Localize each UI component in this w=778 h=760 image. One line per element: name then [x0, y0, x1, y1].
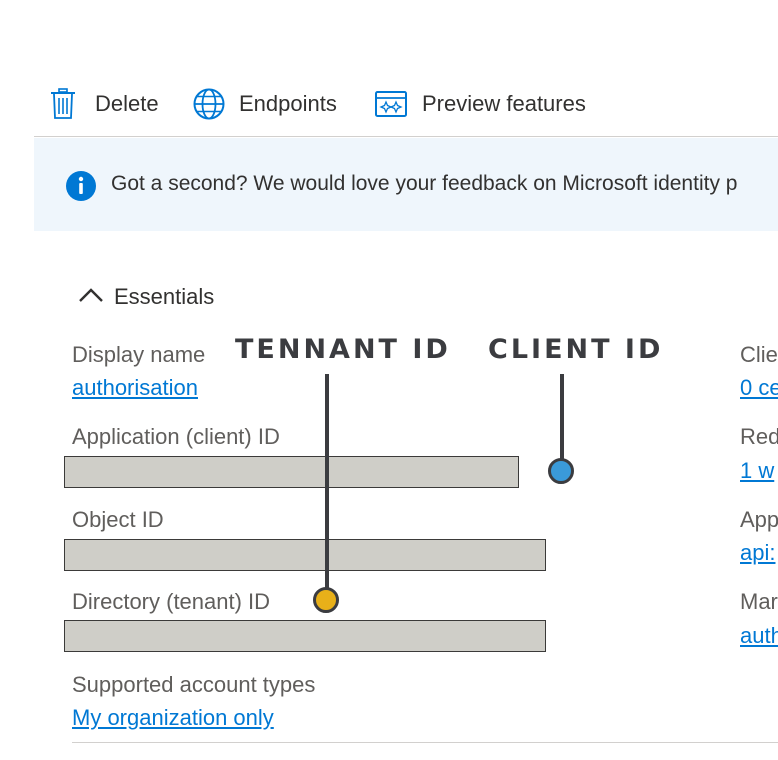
endpoints-button[interactable]: Endpoints [192, 86, 337, 122]
essentials-toggle[interactable]: Essentials [78, 282, 214, 312]
delete-button[interactable]: Delete [50, 86, 159, 122]
preview-features-label: Preview features [422, 91, 586, 116]
directory-id-label: Directory (tenant) ID [72, 589, 271, 614]
right-col-link-4[interactable]: auth [740, 623, 778, 649]
right-col-link-3[interactable]: api: [740, 540, 775, 566]
delete-label: Delete [95, 91, 159, 116]
application-id-label: Application (client) ID [72, 424, 280, 449]
object-id-redacted [64, 539, 546, 571]
object-id-label: Object ID [72, 507, 164, 532]
preview-features-button[interactable]: Preview features [375, 86, 586, 122]
info-icon [65, 170, 97, 207]
feedback-banner: Got a second? We would love your feedbac… [34, 138, 778, 231]
client-id-annotation: CLIENT ID [488, 334, 664, 365]
preview-features-icon [375, 90, 407, 118]
endpoints-label: Endpoints [239, 91, 337, 116]
right-col-link-1[interactable]: 0 ce [740, 375, 778, 401]
display-name-label: Display name [72, 342, 206, 367]
account-types-label: Supported account types [72, 672, 316, 697]
tenant-id-annotation: TENNANT ID [235, 334, 451, 365]
tenant-id-pointer-line [325, 374, 329, 588]
toolbar-divider [34, 136, 778, 137]
trash-icon [50, 88, 76, 120]
right-col-label-3: App [740, 507, 778, 532]
application-id-redacted [64, 456, 519, 488]
account-types-link[interactable]: My organization only [72, 705, 274, 731]
essentials-title: Essentials [114, 284, 215, 309]
directory-id-redacted [64, 620, 546, 652]
client-id-pointer-line [560, 374, 564, 459]
display-name-link[interactable]: authorisation [72, 375, 198, 401]
tenant-id-marker [313, 587, 339, 613]
essentials-bottom-divider [72, 742, 778, 743]
feedback-banner-text[interactable]: Got a second? We would love your feedbac… [111, 172, 737, 196]
right-col-label-4: Mar [740, 589, 778, 614]
right-col-label-1: Clie [740, 342, 778, 367]
globe-icon [192, 87, 226, 121]
client-id-marker [548, 458, 574, 484]
right-col-link-2[interactable]: 1 w [740, 458, 774, 484]
chevron-up-icon [78, 287, 104, 308]
right-col-label-2: Red [740, 424, 778, 449]
